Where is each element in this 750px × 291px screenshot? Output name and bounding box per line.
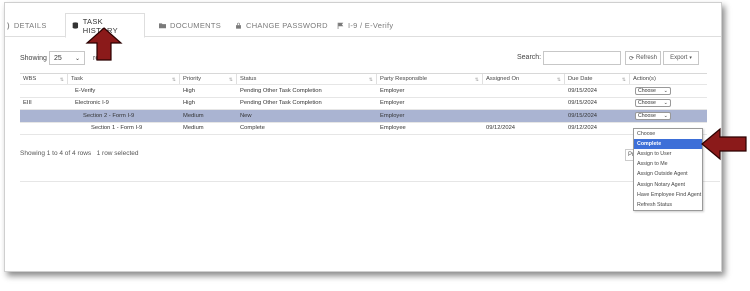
due-date-cell: 09/15/2024 (568, 100, 598, 107)
chevron-down-icon: ⌄ (663, 112, 668, 119)
wbs-cell (20, 110, 68, 122)
menu-item-complete[interactable]: Complete (634, 139, 702, 150)
sort-icon: ⇅ (621, 77, 626, 83)
action-select-open[interactable]: Choose ⌄ (635, 111, 671, 120)
chevron-down-icon: ⌄ (663, 100, 668, 107)
folder-icon (159, 22, 166, 28)
menu-item-assign-to-me[interactable]: Assign to Me (634, 159, 702, 169)
refresh-button[interactable]: ⟳ Refresh (625, 51, 661, 65)
status-cell: New (240, 112, 252, 119)
showing-label: Showing (20, 55, 47, 62)
search-label: Search: (517, 54, 542, 61)
sort-icon: ⇅ (171, 77, 176, 83)
column-header-wbs[interactable]: WBS ⇅ (20, 74, 68, 84)
task-cell: Section 2 - Form I-9 (83, 112, 135, 119)
action-cell: Choose ⌄ (632, 98, 707, 110)
party-cell: Employer (380, 112, 405, 119)
sort-icon: ⇅ (228, 77, 233, 83)
partial-icon: ) (7, 20, 10, 30)
table-row[interactable]: E-Verify High Pending Other Task Complet… (20, 85, 707, 98)
table-row[interactable]: EIII Electronic I-9 High Pending Other T… (20, 98, 707, 110)
due-date-cell: 09/15/2024 (568, 112, 598, 119)
column-header-due-date[interactable]: Due Date ⇅ (565, 74, 630, 84)
tab-documents[interactable]: DOCUMENTS (153, 13, 227, 37)
tab-change-password[interactable]: CHANGE PASSWORD (229, 13, 334, 37)
table-header: WBS ⇅ Task ⇅ Priority ⇅ Status ⇅ Party Respo… (20, 74, 707, 85)
status-cell: Complete (240, 125, 265, 132)
action-dropdown-menu: Choose Complete Assign to User Assign to… (633, 128, 703, 211)
menu-item-choose[interactable]: Choose (634, 129, 702, 139)
search-input[interactable] (543, 51, 621, 65)
status-cell: Pending Other Task Completion (240, 87, 322, 94)
lock-icon (236, 22, 241, 29)
column-header-assigned-on[interactable]: Assigned On ⇅ (483, 74, 565, 84)
flag-icon (337, 22, 344, 29)
database-icon (72, 22, 79, 29)
wbs-cell (20, 85, 68, 97)
assigned-cell: 09/12/2024 (486, 125, 516, 132)
party-cell: Employer (380, 100, 405, 107)
left-arrow-annotation-icon (701, 127, 747, 161)
menu-item-assign-notary-agent[interactable]: Assign Notary Agent (634, 179, 702, 189)
assigned-cell (483, 98, 565, 110)
task-cell: Section 1 - Form I-9 (91, 125, 143, 132)
column-header-actions: Action(s) (633, 76, 656, 82)
menu-item-assign-outside-agent[interactable]: Assign Outside Agent (634, 169, 702, 179)
caret-down-icon: ▾ (689, 55, 692, 61)
up-arrow-annotation-icon (85, 27, 123, 61)
column-header-status[interactable]: Status ⇅ (237, 74, 377, 84)
chevron-down-icon: ⌄ (74, 55, 80, 62)
table-row-selected[interactable]: Section 2 - Form I-9 Medium New Employer… (20, 110, 707, 123)
column-header-party[interactable]: Party Responsible ⇅ (377, 74, 483, 84)
task-cell: E-Verify (75, 87, 96, 94)
sort-icon: ⇅ (59, 77, 64, 83)
action-select[interactable]: Choose ⌄ (635, 86, 671, 95)
action-cell: Choose ⌄ (632, 110, 707, 122)
party-cell: Employee (380, 125, 406, 132)
tab-i9-everify[interactable]: I-9 / E-Verify (331, 13, 399, 37)
chevron-down-icon: ⌄ (663, 87, 668, 94)
task-table: WBS ⇅ Task ⇅ Priority ⇅ Status ⇅ Party Respo… (20, 73, 707, 135)
sort-icon: ⇅ (368, 77, 373, 83)
wbs-cell: EIII (23, 100, 32, 107)
due-date-cell: 09/15/2024 (568, 87, 598, 94)
page-size-select[interactable]: 25 ⌄ (49, 51, 85, 65)
column-header-task[interactable]: Task ⇅ (68, 74, 180, 84)
menu-item-refresh-status[interactable]: Refresh Status (634, 200, 702, 210)
party-cell: Employer (380, 87, 405, 94)
menu-item-have-employee-find-agent[interactable]: Have Employee Find Agent (634, 190, 702, 200)
task-cell: Electronic I-9 (75, 100, 109, 107)
export-button[interactable]: Export ▾ (663, 51, 699, 65)
status-cell: Pending Other Task Completion (240, 100, 322, 107)
wbs-cell (20, 123, 68, 135)
assigned-cell (483, 110, 565, 122)
action-select[interactable]: Choose ⌄ (635, 99, 671, 108)
due-date-cell: 09/12/2024 (568, 125, 598, 132)
priority-cell: Medium (183, 112, 204, 119)
refresh-icon: ⟳ (628, 55, 634, 62)
table-row[interactable]: Section 1 - Form I-9 Medium Complete Emp… (20, 123, 707, 135)
priority-cell: Medium (183, 125, 204, 132)
tab-details[interactable]: ) DETAILS (5, 13, 53, 37)
table-summary: Showing 1 to 4 of 4 rows 1 row selected (20, 150, 139, 157)
priority-cell: High (183, 87, 195, 94)
sort-icon: ⇅ (556, 77, 561, 83)
sort-icon: ⇅ (474, 77, 479, 83)
menu-item-assign-to-user[interactable]: Assign to User (634, 149, 702, 159)
priority-cell: High (183, 100, 195, 107)
divider (20, 181, 720, 182)
action-cell: Choose ⌄ (632, 85, 707, 97)
column-header-priority[interactable]: Priority ⇅ (180, 74, 237, 84)
assigned-cell (483, 85, 565, 97)
